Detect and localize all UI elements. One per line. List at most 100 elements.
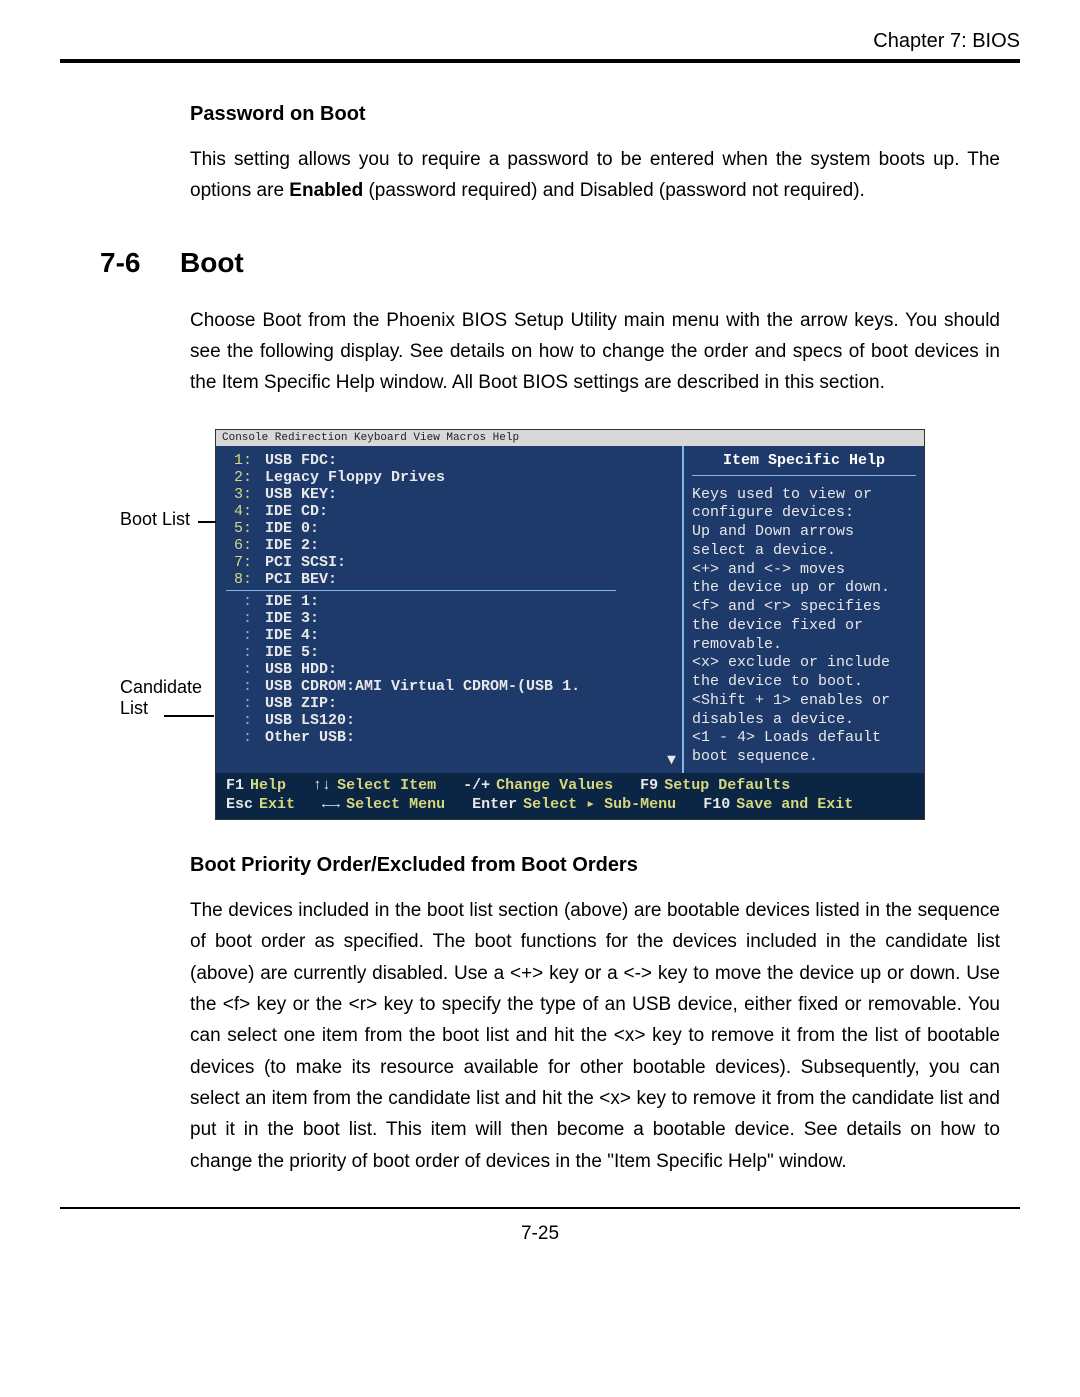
- boot-list-item: 8: PCI BEV:: [230, 571, 672, 588]
- fkey: F1: [226, 777, 244, 794]
- name: USB FDC:: [265, 452, 337, 469]
- num: :: [230, 644, 252, 661]
- bios-help-panel: Item Specific Help Keys used to view orc…: [684, 446, 924, 773]
- num: 5:: [230, 520, 252, 537]
- bios-boot-panel: 1: USB FDC:2: Legacy Floppy Drives3: USB…: [216, 446, 684, 773]
- callout-line: [198, 521, 216, 523]
- bios-screenshot-container: Boot List Candidate List Console Redirec…: [120, 429, 1000, 820]
- name: Other USB:: [265, 729, 355, 746]
- fkey: -/+: [463, 777, 490, 794]
- fkey: Esc: [226, 796, 253, 813]
- candidate-list-item: : USB LS120:: [230, 712, 672, 729]
- candidate-list-item: : Other USB:: [230, 729, 672, 746]
- text: (password required) and Disabled (passwo…: [363, 180, 865, 201]
- candidate-list-item: : USB HDD:: [230, 661, 672, 678]
- help-line: <Shift + 1> enables or: [692, 692, 916, 711]
- help-line: the device fixed or: [692, 617, 916, 636]
- fval: Help: [250, 777, 286, 794]
- num: :: [230, 593, 252, 610]
- name: USB HDD:: [265, 661, 337, 678]
- name: IDE 2:: [265, 537, 319, 554]
- help-line: Up and Down arrows: [692, 523, 916, 542]
- name: IDE 4:: [265, 627, 319, 644]
- candidate-list-item: : IDE 5:: [230, 644, 672, 661]
- fkey: F10: [703, 796, 730, 813]
- num: 2:: [230, 469, 252, 486]
- heading-password-on-boot: Password on Boot: [190, 103, 1000, 126]
- chapter-number: 7-6: [100, 247, 180, 279]
- candidate-list-item: : USB CDROM:AMI Virtual CDROM-(USB 1.: [230, 678, 672, 695]
- boot-list-item: 5: IDE 0:: [230, 520, 672, 537]
- candidate-list-item: : USB ZIP:: [230, 695, 672, 712]
- fval: Setup Defaults: [664, 777, 790, 794]
- name: USB LS120:: [265, 712, 355, 729]
- paragraph-boot-intro: Choose Boot from the Phoenix BIOS Setup …: [190, 305, 1000, 399]
- fval: Save and Exit: [736, 796, 853, 813]
- text-bold: Enabled: [289, 180, 363, 201]
- chapter-title: 7-6Boot: [100, 247, 1000, 279]
- name: IDE 0:: [265, 520, 319, 537]
- help-title: Item Specific Help: [692, 452, 916, 476]
- fkey: F9: [640, 777, 658, 794]
- help-line: removable.: [692, 636, 916, 655]
- num: :: [230, 661, 252, 678]
- bios-screen: Console Redirection Keyboard View Macros…: [215, 429, 925, 820]
- num: 1:: [230, 452, 252, 469]
- help-line: boot sequence.: [692, 748, 916, 767]
- name: PCI BEV:: [265, 571, 337, 588]
- num: 3:: [230, 486, 252, 503]
- text: List: [120, 698, 148, 718]
- help-line: <x> exclude or include: [692, 654, 916, 673]
- boot-list-item: 6: IDE 2:: [230, 537, 672, 554]
- name: IDE 3:: [265, 610, 319, 627]
- boot-list-item: 3: USB KEY:: [230, 486, 672, 503]
- boot-list-item: 2: Legacy Floppy Drives: [230, 469, 672, 486]
- bios-menubar: Console Redirection Keyboard View Macros…: [216, 430, 924, 446]
- name: IDE 1:: [265, 593, 319, 610]
- fval: Change Values: [496, 777, 613, 794]
- fkey: ↑↓: [313, 777, 331, 794]
- separator: [226, 590, 616, 591]
- name: USB ZIP:: [265, 695, 337, 712]
- help-line: select a device.: [692, 542, 916, 561]
- num: :: [230, 610, 252, 627]
- name: IDE CD:: [265, 503, 328, 520]
- scroll-down-icon: ▼: [667, 752, 676, 769]
- num: :: [230, 678, 252, 695]
- name: USB KEY:: [265, 486, 337, 503]
- num: :: [230, 729, 252, 746]
- num: 4:: [230, 503, 252, 520]
- num: 6:: [230, 537, 252, 554]
- callout-boot-list: Boot List: [120, 509, 190, 530]
- bios-footer: F1 Help ↑↓ Select Item -/+ Change Values F9…: [216, 773, 924, 819]
- help-line: the device to boot.: [692, 673, 916, 692]
- help-line: configure devices:: [692, 504, 916, 523]
- name: Legacy Floppy Drives: [265, 469, 445, 486]
- help-line: disables a device.: [692, 711, 916, 730]
- boot-list-item: 4: IDE CD:: [230, 503, 672, 520]
- num: :: [230, 695, 252, 712]
- page-number: 7-25: [60, 1207, 1020, 1245]
- num: 7:: [230, 554, 252, 571]
- boot-list-item: 7: PCI SCSI:: [230, 554, 672, 571]
- help-line: <1 - 4> Loads default: [692, 729, 916, 748]
- paragraph-password: This setting allows you to require a pas…: [190, 144, 1000, 207]
- paragraph-boot-priority: The devices included in the boot list se…: [190, 895, 1000, 1177]
- chapter-name: Boot: [180, 247, 244, 278]
- text: Candidate: [120, 677, 202, 697]
- candidate-list-item: : IDE 4:: [230, 627, 672, 644]
- num: :: [230, 712, 252, 729]
- heading-boot-priority: Boot Priority Order/Excluded from Boot O…: [190, 854, 1000, 877]
- help-line: the device up or down.: [692, 579, 916, 598]
- callout-line: [164, 715, 214, 717]
- fval: Select Item: [337, 777, 436, 794]
- name: USB CDROM:AMI Virtual CDROM-(USB 1.: [265, 678, 580, 695]
- num: 8:: [230, 571, 252, 588]
- boot-list-item: 1: USB FDC:: [230, 452, 672, 469]
- candidate-list-item: : IDE 3:: [230, 610, 672, 627]
- fval: Exit: [259, 796, 295, 813]
- candidate-list-item: : IDE 1:: [230, 593, 672, 610]
- name: IDE 5:: [265, 644, 319, 661]
- chapter-header: Chapter 7: BIOS: [60, 30, 1020, 63]
- num: :: [230, 627, 252, 644]
